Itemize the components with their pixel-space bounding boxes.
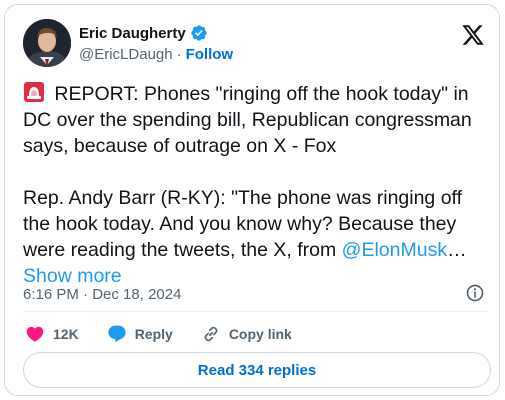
like-count: 12K bbox=[53, 326, 79, 342]
tweet-text: REPORT: Phones "ringing off the hook tod… bbox=[23, 81, 493, 289]
timestamp-row: 6:16 PM · Dec 18, 2024 bbox=[23, 283, 485, 305]
author-info: Eric Daugherty @EricLDaugh · Follow bbox=[79, 23, 234, 64]
handle-separator: · bbox=[176, 46, 182, 63]
link-icon bbox=[204, 326, 218, 342]
ellipsis: … bbox=[447, 239, 472, 261]
reply-label: Reply bbox=[134, 326, 173, 342]
verified-badge-icon bbox=[190, 24, 208, 42]
copy-link-button[interactable]: Copy link bbox=[201, 324, 292, 344]
like-button[interactable]: 12K bbox=[25, 324, 79, 344]
follow-button[interactable]: Follow bbox=[186, 46, 234, 63]
info-icon[interactable] bbox=[465, 283, 485, 303]
author-display-name[interactable]: Eric Daugherty bbox=[79, 25, 186, 42]
tweet-time[interactable]: 6:16 PM bbox=[23, 286, 79, 303]
divider bbox=[23, 311, 489, 312]
mention-link[interactable]: @ElonMusk bbox=[342, 239, 447, 261]
tweet-header: Eric Daugherty @EricLDaugh · Follow bbox=[23, 15, 485, 71]
author-handle[interactable]: @EricLDaugh bbox=[79, 46, 173, 63]
copy-link-label: Copy link bbox=[228, 326, 292, 342]
x-logo-icon[interactable] bbox=[461, 23, 485, 47]
read-replies-button[interactable]: Read 334 replies bbox=[23, 352, 491, 388]
tweet-date[interactable]: Dec 18, 2024 bbox=[92, 286, 181, 303]
timestamp-separator: · bbox=[78, 285, 93, 303]
tweet-card: Eric Daugherty @EricLDaugh · Follow REPO… bbox=[4, 4, 500, 396]
reply-button[interactable]: Reply bbox=[107, 324, 173, 344]
action-bar: 12K Reply Copy link bbox=[25, 322, 320, 346]
heart-icon bbox=[26, 326, 44, 342]
reply-bubble-icon bbox=[108, 325, 126, 343]
tweet-paragraph-1: REPORT: Phones "ringing off the hook tod… bbox=[23, 83, 478, 157]
avatar[interactable] bbox=[23, 19, 71, 67]
siren-emoji-icon bbox=[23, 81, 45, 103]
